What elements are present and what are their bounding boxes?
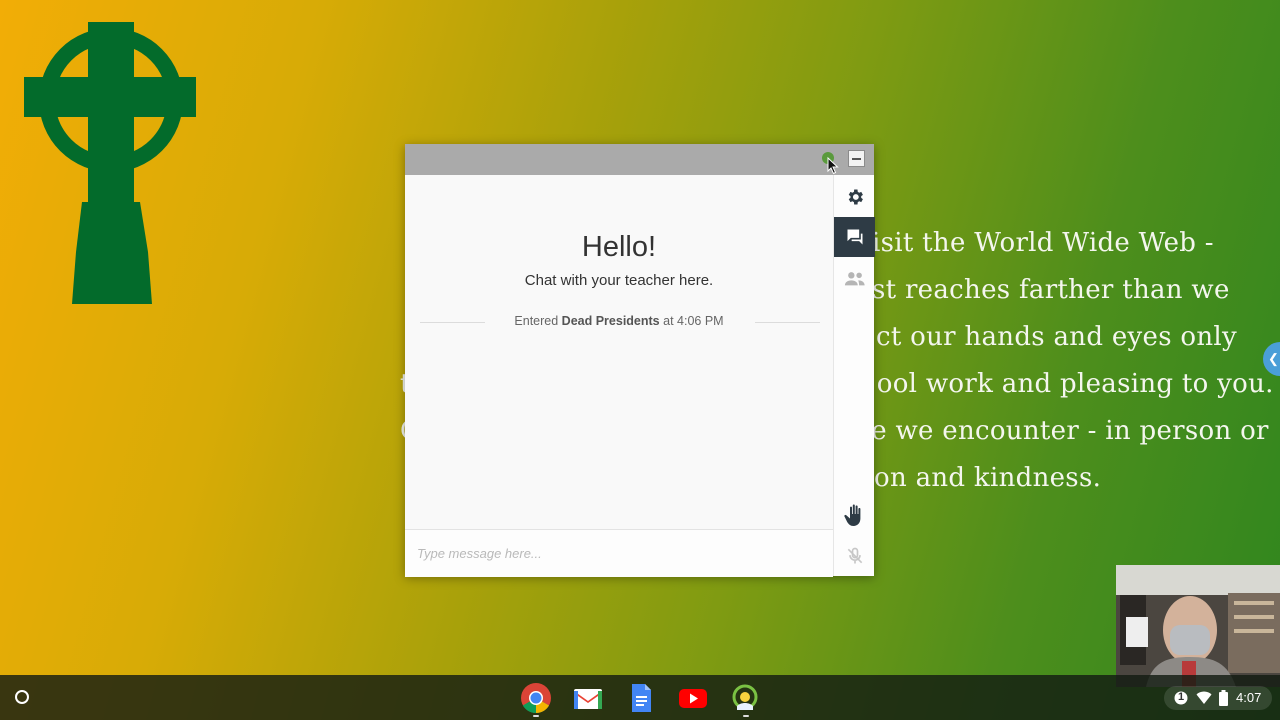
- youtube-app-icon[interactable]: [677, 682, 709, 714]
- microphone-button[interactable]: [834, 536, 875, 576]
- classroom-app-icon[interactable]: [729, 682, 761, 714]
- message-compose-bar: [405, 529, 833, 577]
- gmail-app-icon[interactable]: [572, 682, 604, 714]
- chrome-app-icon[interactable]: [520, 682, 552, 714]
- message-input[interactable]: [405, 530, 833, 576]
- classroom-running-indicator: [743, 715, 749, 717]
- webcam-image: [1116, 565, 1280, 687]
- greeting-heading: Hello!: [581, 231, 657, 263]
- people-icon: [844, 272, 865, 286]
- raise-hand-button[interactable]: [834, 495, 875, 535]
- chromeos-shelf: [0, 675, 1280, 720]
- prayer-line-5: e we encounter - in person or: [871, 416, 1269, 446]
- chat-side-rail: [833, 175, 875, 576]
- raise-hand-icon: [843, 504, 860, 526]
- chrome-running-indicator: [533, 715, 539, 717]
- mouse-cursor-icon: [827, 157, 839, 175]
- prayer-line-2: st reaches farther than we: [872, 275, 1230, 305]
- gear-icon: [848, 189, 863, 205]
- chat-window: Hello! Chat with your teacher here. Ente…: [405, 144, 875, 577]
- webcam-video-overlay: [1116, 565, 1280, 687]
- participants-button[interactable]: [834, 259, 875, 299]
- entered-room-name: Dead Presidents: [561, 314, 660, 328]
- notification-count: 1: [1178, 691, 1185, 703]
- prayer-line-3: ct our hands and eyes only: [876, 322, 1238, 352]
- mic-off-icon: [847, 547, 862, 564]
- entered-prefix: Entered: [514, 314, 559, 328]
- chat-message-area: Hello! Chat with your teacher here. Ente…: [405, 175, 833, 577]
- docs-app-icon[interactable]: [625, 682, 657, 714]
- clock-time: 4:07: [1236, 690, 1262, 705]
- celtic-cross-logo: [24, 22, 196, 304]
- minimize-button[interactable]: [848, 150, 865, 167]
- chat-icon: [847, 229, 862, 245]
- chat-titlebar[interactable]: [405, 144, 874, 175]
- status-tray[interactable]: 1 4:07: [1164, 686, 1272, 710]
- settings-button[interactable]: [834, 177, 875, 217]
- prayer-line-6: on and kindness.: [874, 463, 1102, 493]
- prayer-line-1: isit the World Wide Web -: [872, 228, 1214, 258]
- prayer-line-4: ool work and pleasing to you.: [876, 369, 1274, 399]
- entered-time: at 4:06 PM: [663, 314, 724, 328]
- chat-tab-button[interactable]: [834, 217, 875, 257]
- battery-icon: [1219, 690, 1228, 706]
- chevron-left-icon: ❮: [1268, 351, 1279, 366]
- greeting-subtitle: Chat with your teacher here.: [524, 272, 714, 289]
- launcher-button[interactable]: [10, 685, 34, 709]
- wifi-icon: [1196, 691, 1212, 704]
- entered-room-notice: Entered Dead Presidents at 4:06 PM: [405, 314, 833, 328]
